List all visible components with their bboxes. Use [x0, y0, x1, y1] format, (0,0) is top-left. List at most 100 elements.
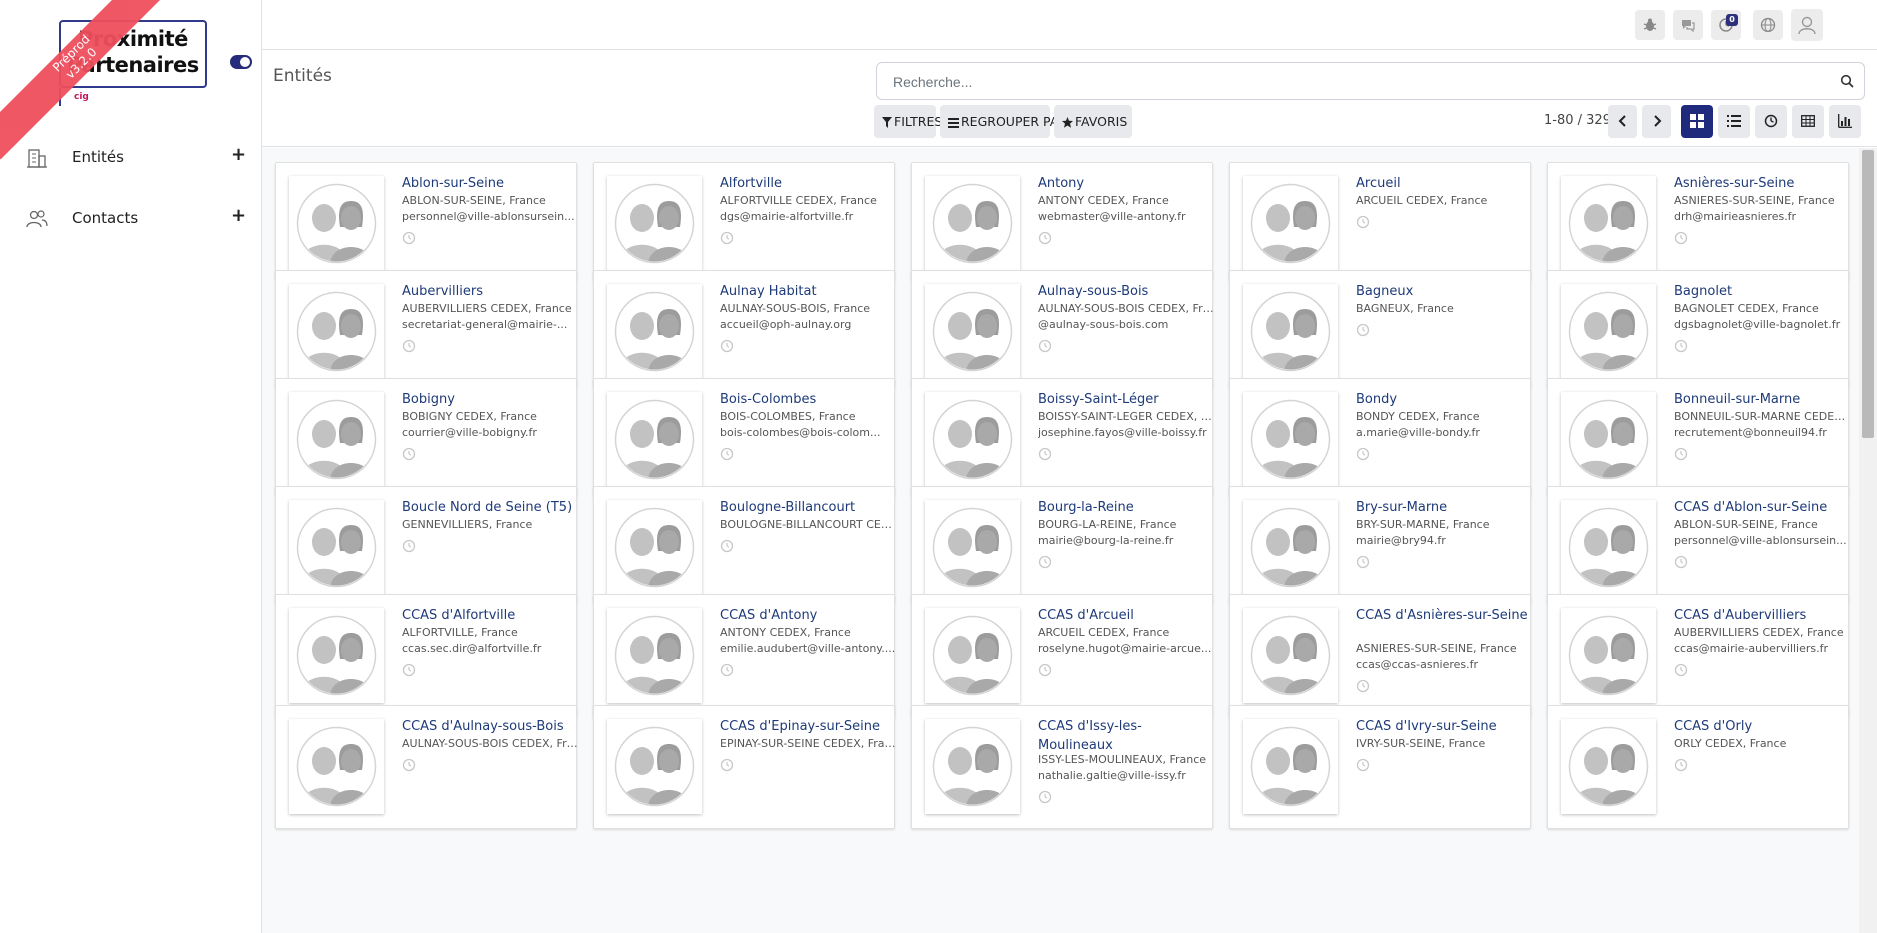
group-by-button[interactable]: REGROUPER PAR	[940, 105, 1067, 138]
entity-name[interactable]: Boissy-Saint-Léger	[1038, 390, 1210, 409]
add-entity-button[interactable]: +	[231, 144, 246, 165]
entity-card[interactable]: CCAS d'Ivry-sur-Seine IVRY-SUR-SEINE, Fr…	[1229, 705, 1531, 829]
entity-name[interactable]: CCAS d'Ivry-sur-Seine	[1356, 717, 1528, 736]
entity-card[interactable]: Asnières-sur-Seine ASNIERES-SUR-SEINE, F…	[1547, 162, 1849, 281]
activity-clock-icon[interactable]	[1356, 679, 1370, 693]
entity-name[interactable]: Aubervilliers	[402, 282, 574, 301]
entity-card[interactable]: CCAS d'Issy-les-Moulineaux ISSY-LES-MOUL…	[911, 705, 1213, 829]
debug-button[interactable]	[1635, 10, 1665, 40]
activity-clock-icon[interactable]	[1674, 663, 1688, 677]
entity-card[interactable]: Bagneux BAGNEUX, France	[1229, 270, 1531, 389]
search-input[interactable]	[893, 72, 1813, 92]
entity-card[interactable]: Bobigny BOBIGNY CEDEX, France courrier@v…	[275, 378, 577, 497]
entity-card[interactable]: Arcueil ARCUEIL CEDEX, France	[1229, 162, 1531, 281]
entity-name[interactable]: Bois-Colombes	[720, 390, 892, 409]
vertical-scrollbar[interactable]	[1859, 148, 1877, 933]
activity-clock-icon[interactable]	[720, 339, 734, 353]
entity-name[interactable]: Ablon-sur-Seine	[402, 174, 574, 193]
entity-card[interactable]: Boissy-Saint-Léger BOISSY-SAINT-LEGER CE…	[911, 378, 1214, 497]
activity-clock-icon[interactable]	[402, 231, 416, 245]
app-logo[interactable]: Proximité Partenaires	[59, 20, 207, 88]
entity-name[interactable]: Arcueil	[1356, 174, 1528, 193]
activity-view-button[interactable]	[1755, 105, 1787, 138]
activity-clock-icon[interactable]	[720, 447, 734, 461]
activity-clock-icon[interactable]	[1038, 663, 1052, 677]
pager-value[interactable]: 1-80 / 329	[1544, 113, 1611, 128]
entity-card[interactable]: Bry-sur-Marne BRY-SUR-MARNE, France mair…	[1229, 486, 1531, 605]
activity-clock-icon[interactable]	[402, 339, 416, 353]
entity-card[interactable]: Bonneuil-sur-Marne BONNEUIL-SUR-MARNE CE…	[1547, 378, 1850, 497]
entity-name[interactable]: CCAS d'Alfortville	[402, 606, 574, 625]
entity-card[interactable]: CCAS d'Asnières-sur-Seine ASNIERES-SUR-S…	[1229, 594, 1531, 718]
kanban-view-button[interactable]	[1681, 105, 1713, 138]
sidebar-toggle[interactable]	[230, 55, 252, 69]
entity-name[interactable]: CCAS d'Aulnay-sous-Bois	[402, 717, 574, 736]
search-icon[interactable]	[1840, 74, 1854, 88]
entity-card[interactable]: Aulnay-sous-Bois AULNAY-SOUS-BOIS CEDEX,…	[911, 270, 1214, 389]
graph-view-button[interactable]	[1829, 105, 1861, 138]
activity-clock-icon[interactable]	[1038, 790, 1052, 804]
entity-name[interactable]: Bobigny	[402, 390, 574, 409]
sidebar-item-contacts[interactable]: Contacts +	[0, 199, 261, 239]
entity-name[interactable]: Boulogne-Billancourt	[720, 498, 892, 517]
entity-card[interactable]: CCAS d'Aubervilliers AUBERVILLIERS CEDEX…	[1547, 594, 1849, 718]
entity-card[interactable]: Boucle Nord de Seine (T5) GENNEVILLIERS,…	[275, 486, 577, 605]
activity-clock-icon[interactable]	[1038, 339, 1052, 353]
entity-name[interactable]: Asnières-sur-Seine	[1674, 174, 1846, 193]
activity-clock-icon[interactable]	[1674, 231, 1688, 245]
entity-name[interactable]: CCAS d'Asnières-sur-Seine	[1356, 606, 1528, 625]
activity-clock-icon[interactable]	[402, 539, 416, 553]
add-contact-button[interactable]: +	[231, 205, 246, 226]
entity-name[interactable]: CCAS d'Aubervilliers	[1674, 606, 1846, 625]
entity-name[interactable]: Aulnay-sous-Bois	[1038, 282, 1210, 301]
activity-clock-icon[interactable]	[1674, 339, 1688, 353]
activity-clock-icon[interactable]	[1356, 447, 1370, 461]
entity-card[interactable]: CCAS d'Epinay-sur-Seine EPINAY-SUR-SEINE…	[593, 705, 896, 829]
activity-clock-icon[interactable]	[402, 758, 416, 772]
entity-card[interactable]: Alfortville ALFORTVILLE CEDEX, France dg…	[593, 162, 895, 281]
entity-name[interactable]: Bourg-la-Reine	[1038, 498, 1210, 517]
search-bar[interactable]	[876, 62, 1865, 100]
list-view-button[interactable]	[1718, 105, 1750, 138]
entity-card[interactable]: Antony ANTONY CEDEX, France webmaster@vi…	[911, 162, 1213, 281]
entity-card[interactable]: Boulogne-Billancourt BOULOGNE-BILLANCOUR…	[593, 486, 896, 605]
entity-name[interactable]: Alfortville	[720, 174, 892, 193]
entity-name[interactable]: Boucle Nord de Seine (T5)	[402, 498, 574, 517]
activity-clock-icon[interactable]	[720, 231, 734, 245]
messages-button[interactable]	[1673, 10, 1703, 40]
entity-name[interactable]: Bagneux	[1356, 282, 1528, 301]
pivot-view-button[interactable]	[1792, 105, 1824, 138]
entity-card[interactable]: CCAS d'Antony ANTONY CEDEX, France emili…	[593, 594, 895, 718]
entity-name[interactable]: CCAS d'Orly	[1674, 717, 1846, 736]
entity-name[interactable]: Antony	[1038, 174, 1210, 193]
pager-previous-button[interactable]	[1608, 105, 1637, 138]
entity-card[interactable]: Ablon-sur-Seine ABLON-SUR-SEINE, France …	[275, 162, 577, 281]
sidebar-item-entites[interactable]: Entités +	[0, 138, 261, 178]
entity-name[interactable]: CCAS d'Issy-les-Moulineaux	[1038, 717, 1210, 755]
language-button[interactable]	[1753, 10, 1783, 40]
activity-clock-icon[interactable]	[1038, 231, 1052, 245]
activity-clock-icon[interactable]	[720, 663, 734, 677]
entity-name[interactable]: Bonneuil-sur-Marne	[1674, 390, 1846, 409]
entity-card[interactable]: CCAS d'Alfortville ALFORTVILLE, France c…	[275, 594, 577, 718]
entity-name[interactable]: Bry-sur-Marne	[1356, 498, 1528, 517]
entity-card[interactable]: Bois-Colombes BOIS-COLOMBES, France bois…	[593, 378, 895, 497]
entity-card[interactable]: Aulnay Habitat AULNAY-SOUS-BOIS, France …	[593, 270, 895, 389]
entity-name[interactable]: CCAS d'Antony	[720, 606, 892, 625]
activity-clock-icon[interactable]	[1674, 758, 1688, 772]
entity-card[interactable]: Bondy BONDY CEDEX, France a.marie@ville-…	[1229, 378, 1531, 497]
entity-name[interactable]: CCAS d'Arcueil	[1038, 606, 1210, 625]
pager-next-button[interactable]	[1642, 105, 1671, 138]
entity-card[interactable]: CCAS d'Arcueil ARCUEIL CEDEX, France ros…	[911, 594, 1213, 718]
favorites-button[interactable]: FAVORIS	[1054, 105, 1132, 138]
activity-clock-icon[interactable]	[720, 539, 734, 553]
activity-clock-icon[interactable]	[402, 447, 416, 461]
entity-name[interactable]: Aulnay Habitat	[720, 282, 892, 301]
activity-clock-icon[interactable]	[402, 663, 416, 677]
filters-button[interactable]: FILTRES	[874, 105, 942, 138]
entity-card[interactable]: CCAS d'Ablon-sur-Seine ABLON-SUR-SEINE, …	[1547, 486, 1849, 605]
entity-name[interactable]: CCAS d'Ablon-sur-Seine	[1674, 498, 1846, 517]
entity-name[interactable]: Bagnolet	[1674, 282, 1846, 301]
activity-clock-icon[interactable]	[1356, 215, 1370, 229]
activity-clock-icon[interactable]	[1038, 555, 1052, 569]
